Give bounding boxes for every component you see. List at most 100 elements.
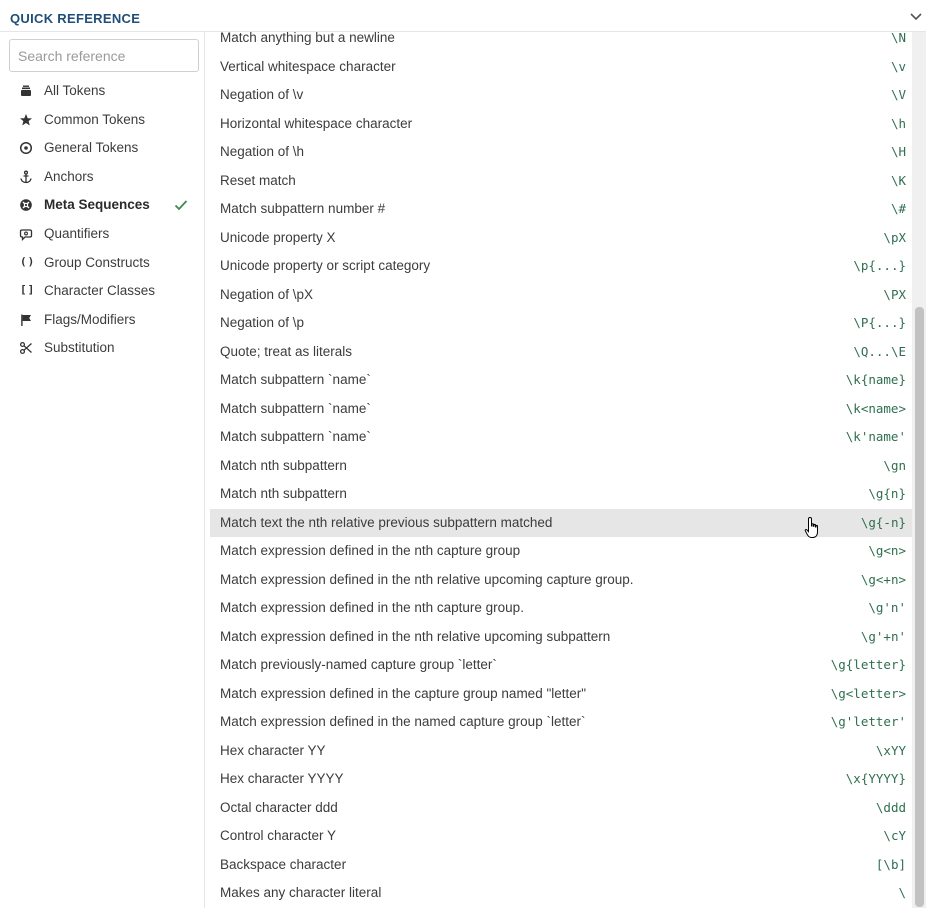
- scrollbar[interactable]: [912, 32, 926, 908]
- token-row[interactable]: Match nth subpattern \gn: [210, 452, 912, 480]
- token-row[interactable]: Control character Y \cY: [210, 822, 912, 850]
- token-row[interactable]: Hex character YY \xYY: [210, 737, 912, 765]
- target-icon: [19, 141, 33, 155]
- flag-icon: [19, 313, 33, 327]
- sidebar-item-group-constructs[interactable]: () Group Constructs: [0, 250, 204, 276]
- token-syntax: \V: [890, 87, 906, 102]
- token-syntax: \k{name}: [845, 372, 906, 387]
- token-syntax: \g'n': [868, 600, 906, 615]
- token-row[interactable]: Horizontal whitespace character \h: [210, 110, 912, 138]
- sidebar-item-anchors[interactable]: Anchors: [0, 164, 204, 190]
- token-row[interactable]: Negation of \pX \PX: [210, 281, 912, 309]
- token-row[interactable]: Match expression defined in the nth rela…: [210, 623, 912, 651]
- sidebar-item-flags-modifiers[interactable]: Flags/Modifiers: [0, 307, 204, 333]
- token-syntax: \P{...}: [853, 315, 906, 330]
- token-description: Match expression defined in the nth rela…: [220, 628, 611, 644]
- token-syntax: \g{-n}: [860, 514, 906, 530]
- brackets-icon: []: [20, 283, 36, 297]
- token-row[interactable]: Match expression defined in the nth capt…: [210, 537, 912, 565]
- token-row[interactable]: Octal character ddd \ddd: [210, 794, 912, 822]
- token-syntax: \gn: [883, 457, 906, 473]
- token-description: Hex character YY: [220, 742, 326, 758]
- token-row[interactable]: Match nth subpattern \g{n}: [210, 480, 912, 508]
- token-description: Hex character YYYY: [220, 771, 344, 786]
- token-row[interactable]: Match subpattern `name` \k{name}: [210, 366, 912, 394]
- sidebar-item-label: Anchors: [44, 168, 94, 184]
- token-syntax: \g<+n>: [860, 571, 906, 587]
- loop-icon: [19, 227, 33, 241]
- token-syntax: \k<name>: [845, 400, 906, 416]
- token-row[interactable]: Match text the nth relative previous sub…: [210, 508, 912, 537]
- category-sidebar: All Tokens Common Tokens General Tokens Anc…: [0, 32, 205, 908]
- token-row[interactable]: Match expression defined in the nth rela…: [210, 566, 912, 594]
- search-input[interactable]: [9, 39, 199, 72]
- token-syntax: \N: [890, 32, 906, 45]
- sidebar-item-all-tokens[interactable]: All Tokens: [0, 78, 204, 104]
- token-row[interactable]: Match expression defined in the nth capt…: [210, 594, 912, 622]
- sidebar-item-label: All Tokens: [44, 83, 106, 98]
- token-row[interactable]: Match anything but a newline \N: [210, 32, 912, 52]
- token-row[interactable]: Quote; treat as literals \Q...\E: [210, 338, 912, 366]
- sidebar-item-general-tokens[interactable]: General Tokens: [0, 135, 204, 161]
- token-row[interactable]: Match subpattern `name` \k<name>: [210, 395, 912, 423]
- sidebar-item-character-classes[interactable]: [] Character Classes: [0, 278, 204, 304]
- scrollbar-thumb[interactable]: [915, 307, 924, 907]
- token-syntax: \xYY: [875, 742, 906, 758]
- token-syntax: \: [898, 885, 906, 900]
- token-description: Horizontal whitespace character: [220, 115, 413, 131]
- token-description: Match expression defined in the capture …: [220, 685, 587, 701]
- token-row[interactable]: Match subpattern `name` \k'name': [210, 423, 912, 451]
- token-row[interactable]: Backspace character [\b]: [210, 851, 912, 879]
- sidebar-item-quantifiers[interactable]: Quantifiers: [0, 221, 204, 247]
- token-row[interactable]: Negation of \v \V: [210, 81, 912, 109]
- token-row[interactable]: Negation of \p \P{...}: [210, 309, 912, 337]
- token-syntax: \k'name': [845, 429, 906, 444]
- sidebar-item-label: Flags/Modifiers: [44, 311, 136, 327]
- token-description: Negation of \pX: [220, 286, 314, 302]
- token-syntax: \x{YYYY}: [845, 771, 906, 786]
- token-description: Reset match: [220, 172, 296, 188]
- token-row[interactable]: Reset match \K: [210, 167, 912, 195]
- token-row[interactable]: Match expression defined in the capture …: [210, 680, 912, 708]
- token-list: Match anything but a newline \N Vertical w…: [205, 32, 912, 908]
- token-syntax: [\b]: [875, 856, 906, 872]
- token-description: Match expression defined in the named ca…: [220, 714, 586, 729]
- token-row[interactable]: Unicode property or script category \p{..…: [210, 252, 912, 280]
- token-description: Match nth subpattern: [220, 486, 347, 501]
- anchor-icon: [19, 170, 33, 184]
- token-row[interactable]: Makes any character literal \: [210, 879, 912, 907]
- token-syntax: \#: [890, 201, 906, 216]
- token-row[interactable]: Vertical whitespace character \v: [210, 53, 912, 81]
- token-description: Match subpattern `name`: [220, 429, 371, 444]
- token-row[interactable]: Match expression defined in the named ca…: [210, 708, 912, 736]
- sidebar-item-common-tokens[interactable]: Common Tokens: [0, 107, 204, 133]
- sidebar-item-label: Meta Sequences: [44, 197, 150, 213]
- token-row[interactable]: Negation of \h \H: [210, 138, 912, 166]
- token-description: Match subpattern `name`: [220, 372, 371, 387]
- token-description: Match anything but a newline: [220, 32, 395, 45]
- token-description: Match expression defined in the nth capt…: [220, 600, 524, 615]
- token-description: Unicode property or script category: [220, 258, 431, 273]
- chevron-down-icon[interactable]: [909, 10, 923, 22]
- token-description: Makes any character literal: [220, 885, 382, 900]
- token-syntax: \cY: [883, 828, 906, 843]
- sidebar-item-label: General Tokens: [44, 140, 139, 156]
- token-row[interactable]: Hex character YYYY \x{YYYY}: [210, 765, 912, 793]
- token-description: Unicode property X: [220, 229, 336, 245]
- token-row[interactable]: Match subpattern number # \#: [210, 195, 912, 223]
- token-description: Quote; treat as literals: [220, 343, 353, 359]
- token-description: Match nth subpattern: [220, 457, 347, 473]
- panel-title: QUICK REFERENCE: [10, 11, 141, 26]
- token-description: Match previously-named capture group `le…: [220, 657, 497, 672]
- sidebar-item-label: Substitution: [44, 340, 115, 356]
- parentheses-icon: (): [20, 254, 36, 268]
- sidebar-item-meta-sequences[interactable]: Meta Sequences: [0, 192, 204, 218]
- token-syntax: \h: [890, 115, 906, 131]
- token-syntax: \K: [890, 172, 906, 188]
- token-description: Match expression defined in the nth rela…: [220, 571, 634, 587]
- token-row[interactable]: Match previously-named capture group `le…: [210, 651, 912, 679]
- quick-reference-header: QUICK REFERENCE: [0, 0, 926, 32]
- token-row[interactable]: Unicode property X \pX: [210, 224, 912, 252]
- token-syntax: \g{letter}: [830, 657, 906, 672]
- sidebar-item-substitution[interactable]: Substitution: [0, 335, 204, 361]
